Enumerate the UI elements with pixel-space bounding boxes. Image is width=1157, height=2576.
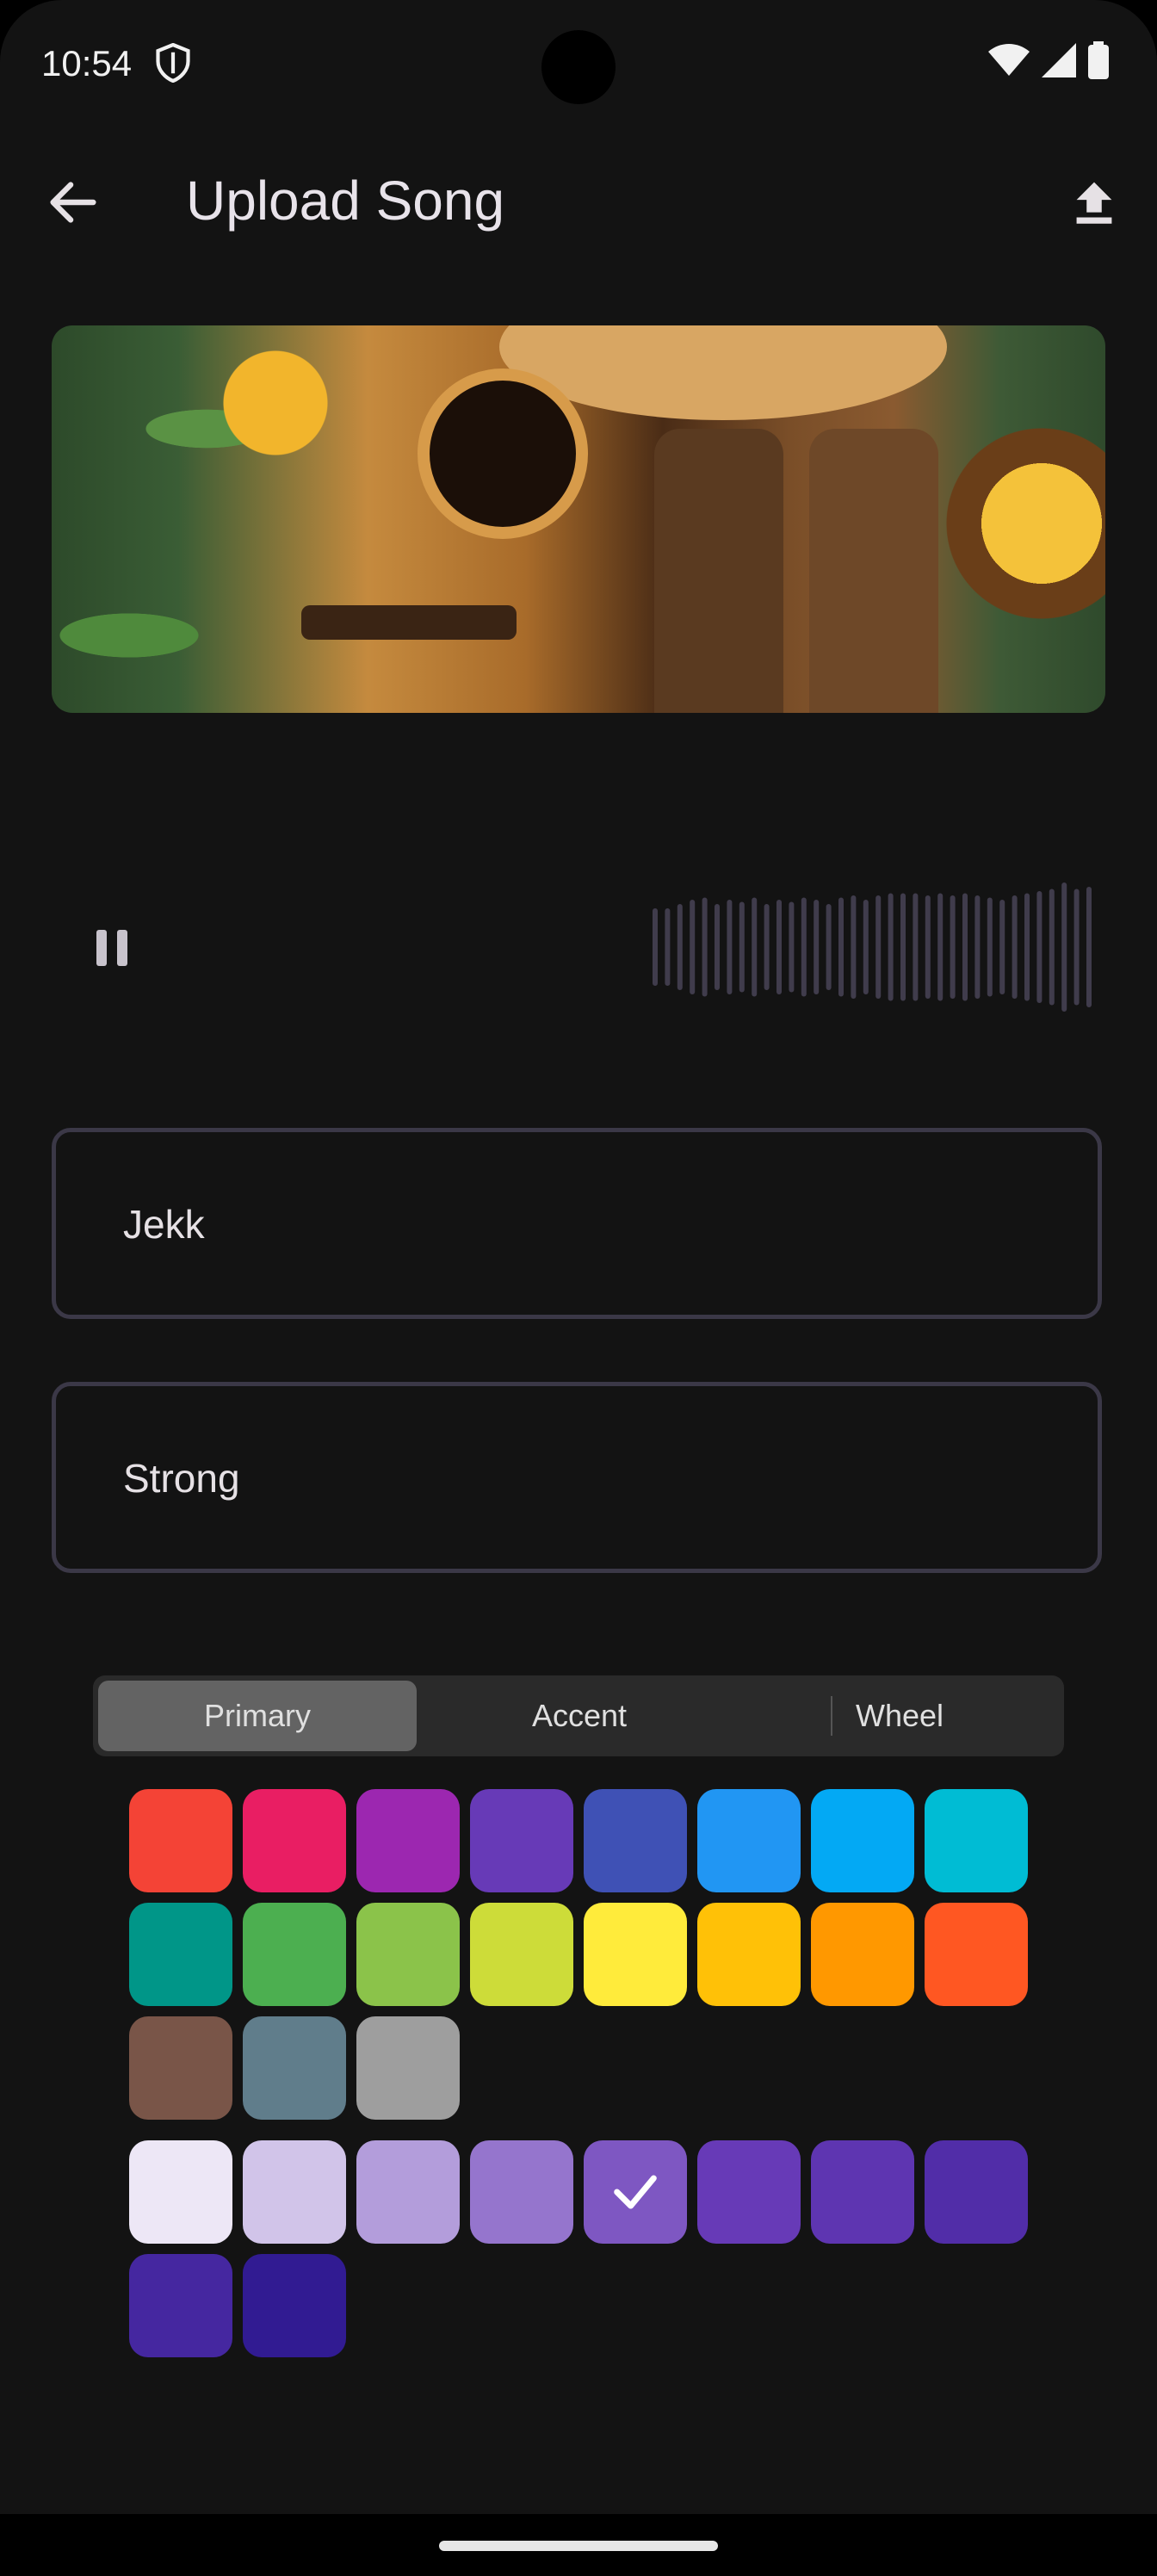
waveform-bar bbox=[1073, 889, 1080, 1006]
cover-art-image[interactable] bbox=[52, 325, 1105, 713]
waveform-bar bbox=[1036, 891, 1043, 1003]
color-swatch[interactable] bbox=[129, 1789, 232, 1892]
boot-shape bbox=[809, 429, 938, 713]
waveform[interactable] bbox=[651, 878, 1098, 1016]
waveform-bar bbox=[1061, 882, 1067, 1012]
color-swatch[interactable] bbox=[584, 1789, 687, 1892]
color-swatch[interactable] bbox=[470, 1789, 573, 1892]
waveform-bar bbox=[789, 901, 795, 993]
waveform-bar bbox=[987, 897, 993, 997]
artist-input[interactable] bbox=[121, 1132, 1072, 1316]
waveform-bar bbox=[950, 895, 956, 999]
app-bar: Upload Song bbox=[0, 146, 1157, 258]
waveform-bar bbox=[925, 895, 931, 999]
waveform-bar bbox=[863, 900, 869, 994]
color-swatch[interactable] bbox=[470, 2140, 573, 2244]
color-swatch[interactable] bbox=[697, 2140, 801, 2244]
waveform-bar bbox=[974, 895, 981, 999]
color-swatch[interactable] bbox=[356, 1903, 460, 2006]
waveform-bar bbox=[814, 900, 820, 994]
waveform-bar bbox=[937, 893, 944, 1001]
color-swatch[interactable] bbox=[925, 1903, 1028, 2006]
system-icons bbox=[988, 41, 1109, 84]
color-swatch[interactable] bbox=[697, 1789, 801, 1892]
waveform-bar bbox=[665, 908, 671, 986]
waveform-bar bbox=[888, 893, 894, 1001]
home-indicator[interactable] bbox=[439, 2541, 718, 2551]
pause-icon[interactable] bbox=[96, 930, 133, 966]
color-swatch[interactable] bbox=[243, 2140, 346, 2244]
song-title-field[interactable] bbox=[52, 1382, 1102, 1573]
wifi-icon bbox=[988, 43, 1030, 82]
artist-field[interactable] bbox=[52, 1128, 1102, 1319]
color-swatch[interactable] bbox=[356, 1789, 460, 1892]
color-swatch[interactable] bbox=[811, 1789, 914, 1892]
front-camera bbox=[541, 30, 616, 104]
shield-icon bbox=[155, 42, 191, 87]
color-swatch[interactable] bbox=[811, 2140, 914, 2244]
color-picker-tabs: Primary Accent Wheel bbox=[93, 1675, 1064, 1756]
color-swatch[interactable] bbox=[129, 2016, 232, 2120]
color-swatch[interactable] bbox=[697, 1903, 801, 2006]
waveform-bar bbox=[1049, 889, 1055, 1006]
waveform-bar bbox=[677, 904, 683, 990]
color-swatch[interactable] bbox=[243, 2016, 346, 2120]
color-swatch[interactable] bbox=[243, 1789, 346, 1892]
guitar-bridge-shape bbox=[301, 605, 517, 640]
color-swatch[interactable] bbox=[811, 1903, 914, 2006]
back-arrow-icon[interactable] bbox=[43, 172, 103, 232]
waveform-bar bbox=[838, 897, 844, 997]
color-swatch[interactable] bbox=[925, 2140, 1028, 2244]
color-swatch[interactable] bbox=[584, 2140, 687, 2244]
color-swatch[interactable] bbox=[584, 1903, 687, 2006]
color-swatch[interactable] bbox=[243, 2254, 346, 2357]
waveform-bar bbox=[776, 900, 782, 994]
waveform-bar bbox=[851, 895, 857, 999]
upload-icon[interactable] bbox=[1064, 172, 1124, 232]
waveform-bar bbox=[702, 897, 708, 997]
status-bar: 10:54 bbox=[0, 0, 1157, 129]
waveform-bar bbox=[999, 900, 1005, 994]
boot-shape bbox=[654, 429, 783, 713]
song-title-input[interactable] bbox=[121, 1386, 1072, 1570]
color-swatch[interactable] bbox=[129, 1903, 232, 2006]
waveform-bar bbox=[1024, 893, 1030, 1001]
waveform-bar bbox=[752, 897, 758, 997]
waveform-bar bbox=[826, 904, 832, 990]
waveform-bar bbox=[690, 900, 696, 994]
color-swatch[interactable] bbox=[356, 2140, 460, 2244]
check-icon bbox=[614, 2175, 657, 2209]
waveform-bar bbox=[764, 904, 770, 990]
color-swatch[interactable] bbox=[243, 1903, 346, 2006]
color-swatch[interactable] bbox=[356, 2016, 460, 2120]
waveform-bar bbox=[1012, 895, 1018, 999]
waveform-bar bbox=[913, 893, 919, 1001]
tab-accent[interactable]: Accent bbox=[420, 1681, 739, 1751]
color-swatch[interactable] bbox=[925, 1789, 1028, 1892]
waveform-bar bbox=[715, 904, 720, 990]
signal-icon bbox=[1042, 43, 1076, 82]
page-title: Upload Song bbox=[186, 170, 505, 232]
color-swatch[interactable] bbox=[470, 1903, 573, 2006]
tab-wheel[interactable]: Wheel bbox=[740, 1681, 1059, 1751]
color-swatch[interactable] bbox=[129, 2140, 232, 2244]
tab-primary[interactable]: Primary bbox=[98, 1681, 417, 1751]
color-swatch[interactable] bbox=[129, 2254, 232, 2357]
waveform-bar bbox=[739, 901, 745, 993]
status-time: 10:54 bbox=[41, 43, 133, 84]
waveform-bar bbox=[962, 893, 968, 1001]
screen: 10:54 Upload Song Jekk Strong Primary Ac… bbox=[0, 0, 1157, 2576]
waveform-bar bbox=[875, 895, 882, 999]
waveform-bar bbox=[900, 893, 906, 1001]
guitar-soundhole-shape bbox=[418, 368, 588, 539]
waveform-bar bbox=[801, 897, 807, 997]
waveform-bar bbox=[1086, 887, 1092, 1007]
waveform-bar bbox=[727, 900, 733, 994]
waveform-bar bbox=[653, 908, 658, 986]
battery-icon bbox=[1088, 41, 1109, 84]
